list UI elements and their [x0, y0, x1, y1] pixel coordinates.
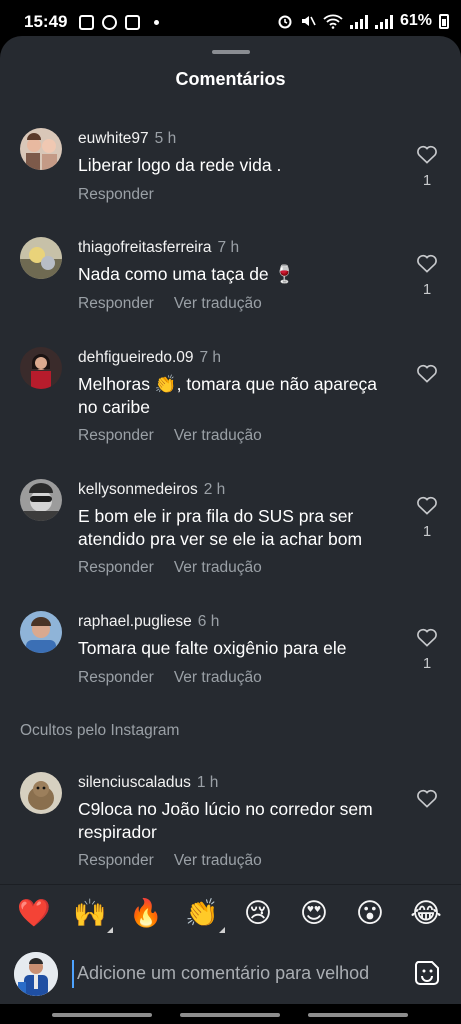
nav-home-button[interactable]	[180, 1013, 280, 1017]
comment-time: 1 h	[196, 774, 219, 791]
comment-time: 5 h	[154, 130, 177, 147]
comment-header: thiagofreitasferreira 7 h	[78, 239, 239, 257]
comment-text: Tomara que falte oxigênio para ele	[78, 638, 347, 658]
heart-outline-icon[interactable]	[416, 144, 438, 164]
heart-outline-icon[interactable]	[416, 363, 438, 383]
reply-button[interactable]: Responder	[78, 427, 154, 444]
comment-actions: Responder Ver tradução	[78, 427, 262, 445]
whatsapp-notification-icon	[102, 14, 118, 30]
comment-input[interactable]	[74, 960, 402, 986]
comment-header: silenciuscaladus 1 h	[78, 774, 218, 792]
emoji-surprised-button[interactable]: 😮	[353, 897, 387, 931]
comment-username[interactable]: kellysonmedeiros	[78, 481, 198, 498]
like-count: 1	[422, 172, 432, 189]
comment-text: C9loca no João lúcio no corredor sem res…	[78, 799, 373, 842]
comment-composer	[0, 942, 461, 1012]
comment-username[interactable]: raphael.pugliese	[78, 613, 192, 630]
comment-time: 7 h	[199, 349, 222, 366]
comment-header: dehfigueiredo.09 7 h	[78, 349, 221, 367]
emoji-laughing-button[interactable]: 😂	[409, 897, 443, 931]
emoji-clap-button[interactable]: 👏	[185, 897, 225, 933]
emoji-fire-button[interactable]: 🔥	[129, 897, 163, 931]
comment-actions: Responder Ver tradução	[78, 559, 262, 577]
heart-outline-icon[interactable]	[416, 495, 438, 515]
comment-username[interactable]: dehfigueiredo.09	[78, 349, 194, 366]
heart-outline-icon[interactable]	[416, 788, 438, 808]
avatar[interactable]	[20, 347, 62, 389]
current-user-avatar	[14, 952, 58, 996]
mute-icon	[301, 16, 316, 26]
avatar[interactable]	[20, 237, 62, 279]
battery-icon	[439, 13, 449, 29]
more-notifications-icon	[154, 19, 160, 25]
comment-text: Liberar logo da rede vida .	[78, 155, 282, 175]
reply-button[interactable]: Responder	[78, 669, 154, 686]
comment-text: E bom ele ir pra fila do SUS pra ser ate…	[78, 506, 363, 549]
comment-actions: Responder Ver tradução	[78, 295, 262, 313]
emoji-heart-button[interactable]: ❤️	[17, 897, 51, 931]
nav-recents-button[interactable]	[52, 1013, 152, 1017]
comments-sheet: Comentários euwhite97 5 h Liberar logo da…	[0, 36, 461, 1024]
emoji-reaction-bar: ❤️ 🙌 🔥 👏 😢 😍 😮 😂	[0, 884, 461, 941]
heart-outline-icon[interactable]	[416, 253, 438, 273]
comment-time: 7 h	[217, 239, 240, 256]
avatar[interactable]	[20, 611, 62, 653]
comment-time: 2 h	[203, 481, 226, 498]
like-count: 1	[422, 655, 432, 672]
avatar[interactable]	[20, 479, 62, 521]
comment-header: raphael.pugliese 6 h	[78, 613, 219, 631]
instagram-notification-icon	[125, 14, 141, 30]
comment-header: euwhite97 5 h	[78, 130, 176, 148]
sheet-drag-handle[interactable]	[212, 50, 250, 54]
system-navigation-bar	[0, 1004, 461, 1024]
like-count: 1	[422, 523, 432, 540]
emoji-heart-eyes-button[interactable]: 😍	[297, 897, 331, 931]
alarm-icon	[278, 15, 292, 29]
sheet-title: Comentários	[175, 69, 286, 89]
wifi-icon	[323, 14, 343, 29]
heart-outline-icon[interactable]	[416, 627, 438, 647]
signal-icon-2	[374, 13, 393, 29]
reply-button[interactable]: Responder	[78, 559, 154, 576]
avatar[interactable]	[20, 128, 62, 170]
gallery-notification-icon	[79, 14, 95, 30]
translate-button[interactable]: Ver tradução	[174, 295, 262, 312]
translate-button[interactable]: Ver tradução	[174, 559, 262, 576]
hidden-comments-label: Ocultos pelo Instagram	[20, 722, 180, 739]
translate-button[interactable]: Ver tradução	[174, 669, 262, 686]
comment-username[interactable]: thiagofreitasferreira	[78, 239, 212, 256]
comment-username[interactable]: silenciuscaladus	[78, 774, 191, 791]
emoji-crying-button[interactable]: 😢	[241, 897, 275, 931]
comment-text: Melhoras 👏, tomara que não apareça no ca…	[78, 374, 378, 417]
comment-text: Nada como uma taça de 🍷	[78, 264, 296, 284]
emoji-raised-hands-button[interactable]: 🙌	[73, 897, 113, 933]
comment-time: 6 h	[197, 613, 220, 630]
avatar[interactable]	[20, 772, 62, 814]
sticker-icon[interactable]	[414, 960, 440, 986]
reply-button[interactable]: Responder	[78, 852, 154, 869]
status-time: 15:49	[24, 12, 68, 31]
reply-button[interactable]: Responder	[78, 295, 154, 312]
battery-percent: 61%	[399, 12, 432, 29]
comment-header: kellysonmedeiros 2 h	[78, 481, 225, 499]
nav-back-button[interactable]	[308, 1013, 408, 1017]
comment-actions: Responder Ver tradução	[78, 669, 262, 687]
translate-button[interactable]: Ver tradução	[174, 427, 262, 444]
comment-username[interactable]: euwhite97	[78, 130, 149, 147]
reply-button[interactable]: Responder	[78, 186, 154, 203]
comment-actions: Responder Ver tradução	[78, 852, 262, 870]
comment-input-wrapper	[72, 960, 404, 988]
like-count: 1	[422, 281, 432, 298]
translate-button[interactable]: Ver tradução	[174, 852, 262, 869]
signal-icon	[349, 13, 368, 29]
comment-actions: Responder	[78, 186, 154, 204]
